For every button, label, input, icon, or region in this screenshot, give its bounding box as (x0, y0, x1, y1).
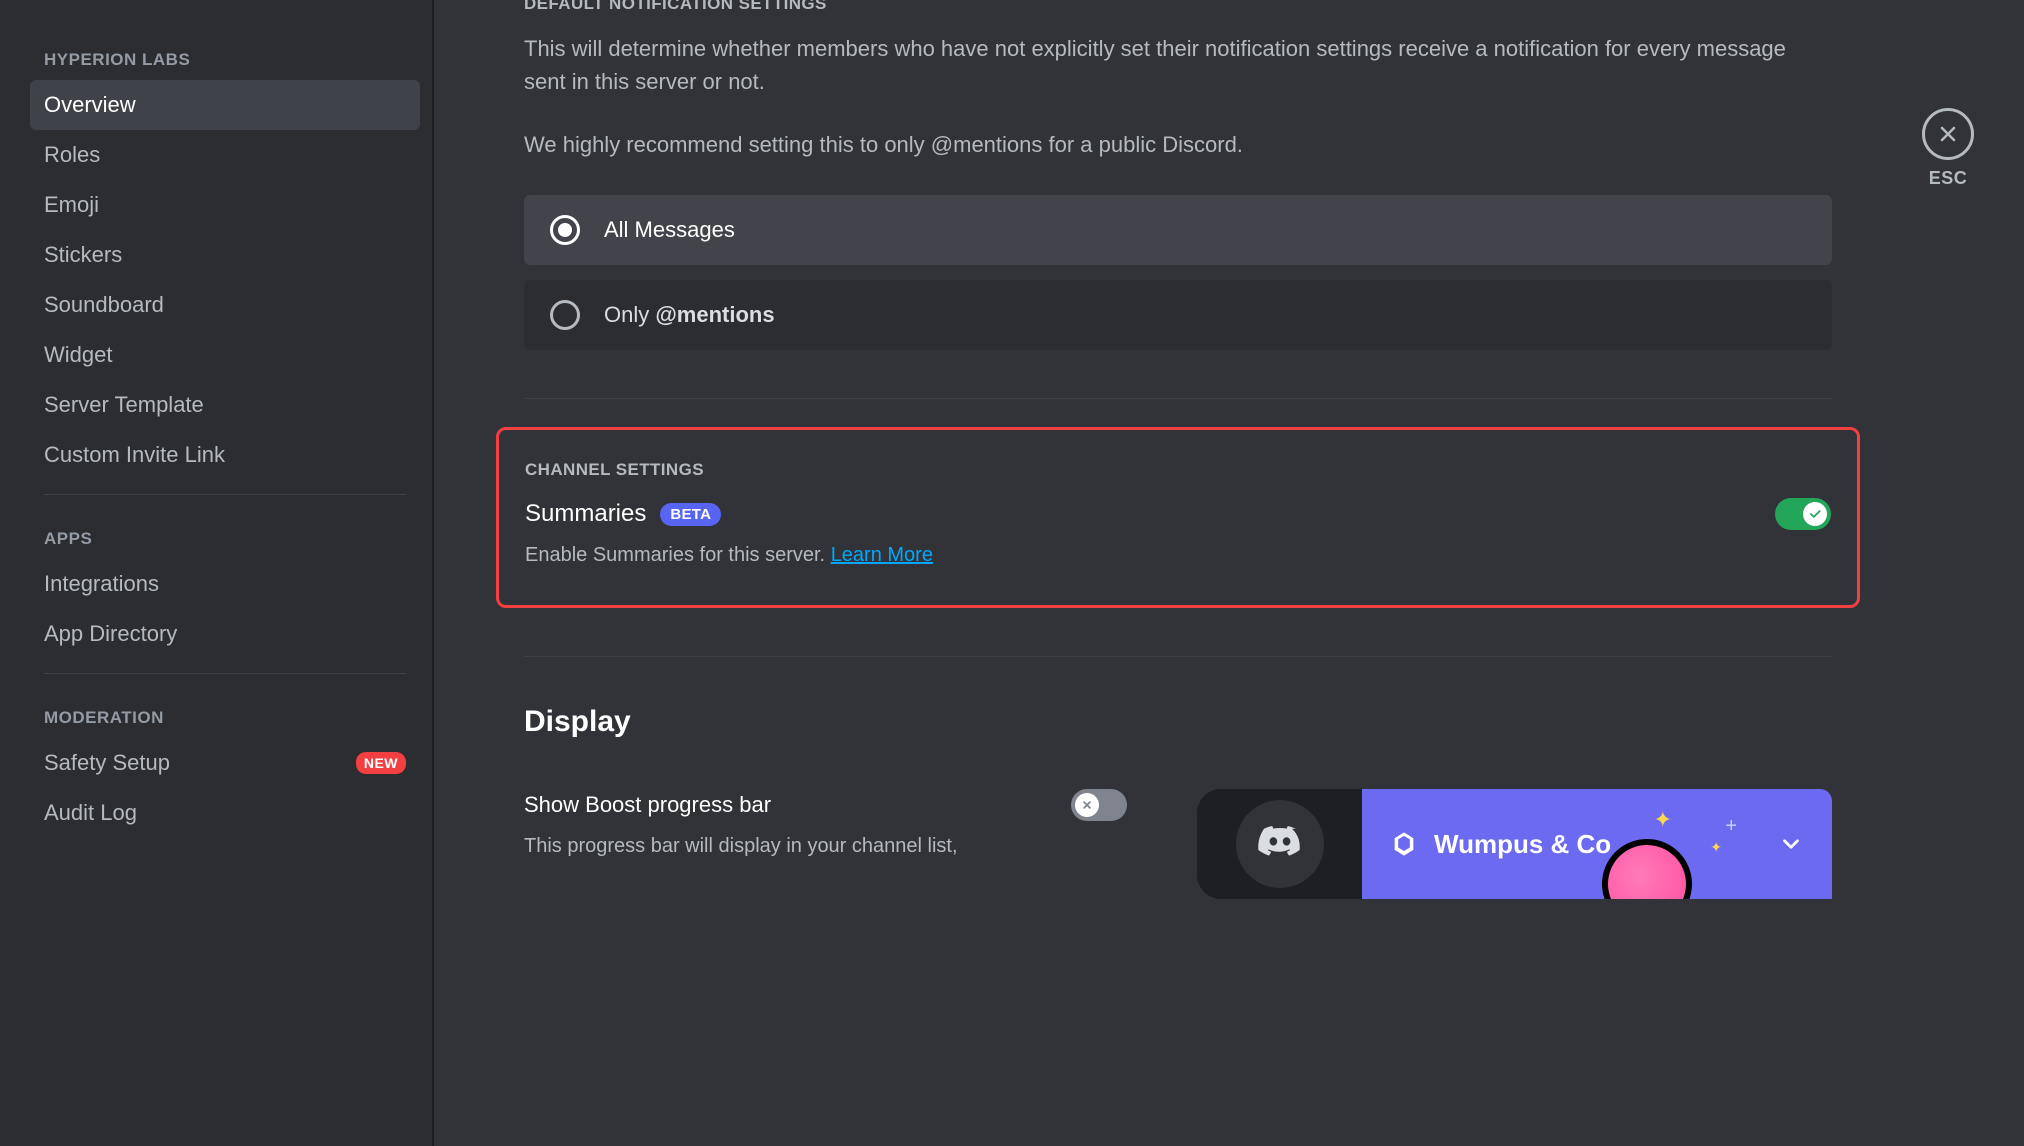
radio-all-messages[interactable]: All Messages (524, 195, 1832, 265)
sidebar-item-label: Custom Invite Link (44, 442, 225, 468)
sidebar-item-server-template[interactable]: Server Template (30, 380, 420, 430)
sidebar-item-audit-log[interactable]: Audit Log (30, 788, 420, 838)
sidebar-item-app-directory[interactable]: App Directory (30, 609, 420, 659)
sidebar-category-moderation: MODERATION (30, 688, 420, 738)
summaries-title: Summaries (525, 500, 646, 528)
boost-preview: Wumpus & Co ✦ ✦ + (1197, 789, 1832, 899)
radio-label: All Messages (604, 217, 735, 243)
section-divider (524, 398, 1832, 399)
sidebar-item-soundboard[interactable]: Soundboard (30, 280, 420, 330)
sidebar-item-custom-invite-link[interactable]: Custom Invite Link (30, 430, 420, 480)
sidebar-item-label: App Directory (44, 621, 177, 647)
x-icon (1080, 798, 1094, 812)
sidebar-item-label: Audit Log (44, 800, 137, 826)
notification-settings-eyebrow: DEFAULT NOTIFICATION SETTINGS (524, 0, 1832, 14)
settings-sidebar: HYPERION LABS Overview Roles Emoji Stick… (0, 0, 432, 1146)
summaries-help: Enable Summaries for this server. Learn … (525, 544, 1831, 567)
sparkle-icon: ✦ (1654, 807, 1672, 833)
sidebar-item-safety-setup[interactable]: Safety Setup NEW (30, 738, 420, 788)
sidebar-item-label: Widget (44, 342, 112, 368)
check-icon (1808, 507, 1822, 521)
sidebar-divider (44, 673, 406, 674)
radio-icon (550, 300, 580, 330)
sidebar-item-emoji[interactable]: Emoji (30, 180, 420, 230)
section-divider (524, 656, 1832, 657)
radio-label: Only @mentions (604, 302, 775, 328)
sparkle-icon: ✦ (1710, 839, 1722, 856)
sidebar-item-label: Overview (44, 92, 136, 118)
sidebar-item-label: Stickers (44, 242, 122, 268)
sidebar-item-label: Server Template (44, 392, 204, 418)
sidebar-category-server: HYPERION LABS (30, 30, 420, 80)
boost-progress-title: Show Boost progress bar (524, 792, 771, 818)
sidebar-item-roles[interactable]: Roles (30, 130, 420, 180)
settings-main: ESC DEFAULT NOTIFICATION SETTINGS This w… (432, 0, 2024, 1146)
close-button[interactable] (1922, 108, 1974, 160)
chevron-down-icon (1778, 831, 1804, 857)
sidebar-item-overview[interactable]: Overview (30, 80, 420, 130)
sidebar-divider (44, 494, 406, 495)
channel-settings-highlight: CHANNEL SETTINGS Summaries BETA Enable S… (496, 427, 1860, 608)
new-badge: NEW (356, 752, 406, 774)
notification-recommend: We highly recommend setting this to only… (524, 128, 1832, 161)
sidebar-item-label: Integrations (44, 571, 159, 597)
server-preview-card: Wumpus & Co ✦ ✦ + (1362, 789, 1832, 899)
sidebar-category-apps: APPS (30, 509, 420, 559)
toggle-knob (1075, 793, 1099, 817)
toggle-knob (1803, 502, 1827, 526)
sparkle-icon: + (1725, 815, 1737, 838)
beta-badge: BETA (660, 503, 721, 526)
learn-more-link[interactable]: Learn More (831, 544, 933, 566)
sidebar-item-stickers[interactable]: Stickers (30, 230, 420, 280)
sidebar-item-label: Emoji (44, 192, 99, 218)
discord-home-icon-box (1197, 789, 1362, 899)
summaries-toggle[interactable] (1775, 498, 1831, 530)
sidebar-item-integrations[interactable]: Integrations (30, 559, 420, 609)
sidebar-item-label: Soundboard (44, 292, 164, 318)
channel-settings-eyebrow: CHANNEL SETTINGS (525, 460, 1831, 480)
sidebar-item-label: Safety Setup (44, 750, 170, 776)
display-heading: Display (524, 705, 1832, 739)
discord-logo-icon (1256, 820, 1304, 868)
notification-radio-group: All Messages Only @mentions (524, 195, 1832, 350)
sidebar-item-label: Roles (44, 142, 100, 168)
boost-gem-icon (1390, 830, 1418, 858)
boost-progress-toggle[interactable] (1071, 789, 1127, 821)
radio-icon (550, 215, 580, 245)
close-label: ESC (1929, 168, 1968, 189)
close-icon (1936, 122, 1960, 146)
radio-only-mentions[interactable]: Only @mentions (524, 280, 1832, 350)
boost-progress-desc: This progress bar will display in your c… (524, 835, 1127, 858)
notification-description: This will determine whether members who … (524, 32, 1832, 98)
sidebar-item-widget[interactable]: Widget (30, 330, 420, 380)
